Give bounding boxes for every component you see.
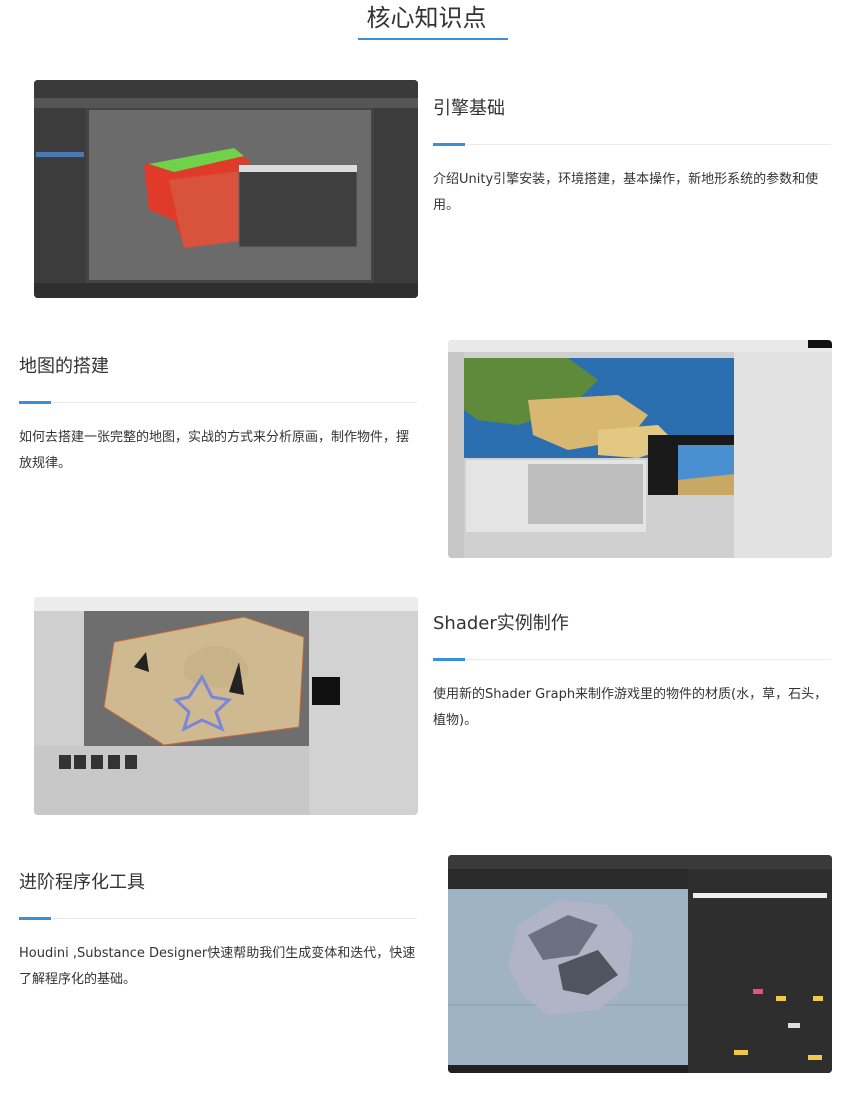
- section-description: Houdini ,Substance Designer快速帮助我们生成变体和迭代…: [19, 946, 416, 987]
- section-engine-basics: 引擎基础 介绍Unity引擎安装，环境搭建，基本操作，新地形系统的参数和使用。: [433, 96, 831, 219]
- divider-accent: [19, 917, 51, 920]
- section-divider: [19, 917, 417, 920]
- section-heading: 进阶程序化工具: [19, 872, 145, 893]
- section-procedural-tools: 进阶程序化工具 Houdini ,Substance Designer快速帮助我…: [19, 870, 417, 993]
- divider-accent: [433, 143, 465, 146]
- section-description: 使用新的Shader Graph来制作游戏里的物件的材质(水，草，石头，植物)。: [433, 687, 828, 728]
- section-heading: 地图的搭建: [19, 356, 109, 377]
- section-heading: 引擎基础: [433, 98, 505, 119]
- section-heading: Shader实例制作: [433, 613, 569, 634]
- section-divider: [19, 401, 417, 404]
- screenshot-map-building: [448, 340, 832, 558]
- divider-accent: [433, 658, 465, 661]
- section-map-building: 地图的搭建 如何去搭建一张完整的地图，实战的方式来分析原画，制作物件，摆放规律。: [19, 354, 417, 477]
- section-divider: [433, 143, 831, 146]
- screenshot-engine-basics: [34, 80, 418, 298]
- section-description: 介绍Unity引擎安装，环境搭建，基本操作，新地形系统的参数和使用。: [433, 172, 819, 213]
- title-underline: [358, 38, 508, 40]
- divider-accent: [19, 401, 51, 404]
- screenshot-procedural: [448, 855, 832, 1073]
- screenshot-shader: [34, 597, 418, 815]
- section-divider: [433, 658, 831, 661]
- page-title: 核心知识点: [366, 4, 487, 32]
- section-shader: Shader实例制作 使用新的Shader Graph来制作游戏里的物件的材质(…: [433, 611, 831, 734]
- section-description: 如何去搭建一张完整的地图，实战的方式来分析原画，制作物件，摆放规律。: [19, 430, 410, 471]
